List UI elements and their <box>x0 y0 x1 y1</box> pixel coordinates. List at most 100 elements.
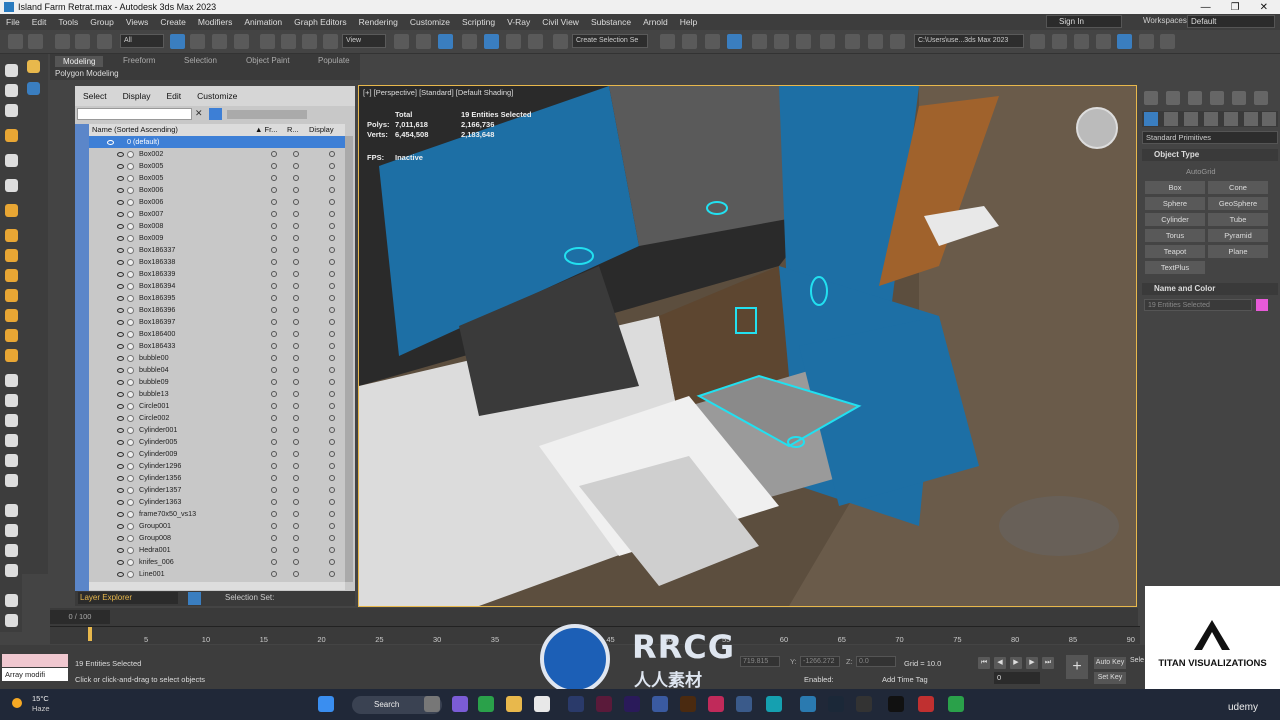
display-toggle-icon[interactable] <box>329 367 335 373</box>
ribbon-tab-object-paint[interactable]: Object Paint <box>246 56 290 65</box>
visibility-icon[interactable] <box>117 308 124 313</box>
material-editor-icon[interactable] <box>820 34 835 49</box>
display-toggle-icon[interactable] <box>329 403 335 409</box>
display-toggle-icon[interactable] <box>329 319 335 325</box>
acrobat-icon[interactable] <box>708 696 724 712</box>
epic-icon[interactable] <box>856 696 872 712</box>
lights-icon[interactable] <box>1184 112 1198 126</box>
freeze-toggle-icon[interactable] <box>271 415 277 421</box>
mirror-icon[interactable] <box>660 34 675 49</box>
substance-icon[interactable] <box>1160 34 1175 49</box>
visibility-icon[interactable] <box>117 368 124 373</box>
primitive-type-dropdown[interactable]: Standard Primitives <box>1142 131 1278 144</box>
scene-object-row[interactable]: Box186397 <box>89 316 345 328</box>
omni-icon[interactable] <box>5 309 18 322</box>
display-toggle-icon[interactable] <box>329 571 335 577</box>
move-icon[interactable] <box>260 34 275 49</box>
renderable-toggle-icon[interactable] <box>293 571 299 577</box>
reference-coord-dropdown[interactable]: View <box>342 34 386 48</box>
visibility-icon[interactable] <box>117 176 124 181</box>
display-toggle-icon[interactable] <box>329 535 335 541</box>
close-icon[interactable]: ✕ <box>1260 2 1268 13</box>
scene-object-row[interactable]: Box006 <box>89 196 345 208</box>
freeze-toggle-icon[interactable] <box>271 163 277 169</box>
visibility-icon[interactable] <box>117 248 124 253</box>
add-key-icon[interactable]: + <box>1066 655 1088 679</box>
undo-icon[interactable] <box>8 34 23 49</box>
chrome-icon[interactable] <box>478 696 494 712</box>
freeze-toggle-icon[interactable] <box>271 343 277 349</box>
clear-search-icon[interactable]: ✕ <box>195 108 205 120</box>
render-icon[interactable] <box>890 34 905 49</box>
render-setup-icon[interactable] <box>845 34 860 49</box>
renderable-toggle-icon[interactable] <box>293 223 299 229</box>
sun-icon[interactable] <box>5 329 18 342</box>
rotate-icon[interactable] <box>281 34 296 49</box>
display-toggle-icon[interactable] <box>329 295 335 301</box>
menu-group[interactable]: Group <box>84 17 120 27</box>
spacewarps-icon[interactable] <box>1244 112 1258 126</box>
visibility-icon[interactable] <box>117 344 124 349</box>
vray-logo-icon[interactable] <box>5 614 18 627</box>
display-toggle-icon[interactable] <box>329 379 335 385</box>
goto-end-icon[interactable]: ⏭ <box>1042 657 1054 669</box>
x-coordinate-input[interactable]: 719.815 <box>740 656 780 667</box>
list-icon[interactable] <box>27 82 40 95</box>
play-icon[interactable]: ▶ <box>1010 657 1022 669</box>
visibility-icon[interactable] <box>117 464 124 469</box>
renderable-toggle-icon[interactable] <box>293 283 299 289</box>
explorer-toggle-icon[interactable] <box>188 592 201 605</box>
scene-object-row[interactable]: Hedra001 <box>89 544 345 556</box>
systems-icon[interactable] <box>1262 112 1276 126</box>
scene-object-row[interactable]: bubble00 <box>89 352 345 364</box>
3dsmax-active-icon[interactable] <box>766 696 782 712</box>
visibility-icon[interactable] <box>117 572 124 577</box>
freeze-toggle-icon[interactable] <box>271 427 277 433</box>
freeze-toggle-icon[interactable] <box>271 307 277 313</box>
toggle-ribbon-icon[interactable] <box>752 34 767 49</box>
freeze-toggle-icon[interactable] <box>271 151 277 157</box>
ribbon-tab-freeform[interactable]: Freeform <box>123 56 155 65</box>
scene-object-row[interactable]: Box186395 <box>89 292 345 304</box>
app-icon-2[interactable] <box>800 696 816 712</box>
project-folder-icon[interactable] <box>1030 34 1045 49</box>
renderable-toggle-icon[interactable] <box>293 355 299 361</box>
curve-editor-icon[interactable] <box>774 34 789 49</box>
align-icon[interactable] <box>682 34 697 49</box>
visibility-icon[interactable] <box>117 224 124 229</box>
freeze-toggle-icon[interactable] <box>271 391 277 397</box>
teams-icon[interactable] <box>452 696 468 712</box>
menu-modifiers[interactable]: Modifiers <box>192 17 238 27</box>
freeze-toggle-icon[interactable] <box>271 439 277 445</box>
freeze-toggle-icon[interactable] <box>271 259 277 265</box>
set-key-button[interactable]: Set Key <box>1094 672 1126 684</box>
create-icon[interactable] <box>5 64 18 77</box>
scene-object-row[interactable]: Box186400 <box>89 328 345 340</box>
cube-icon[interactable] <box>5 374 18 387</box>
visibility-icon[interactable] <box>117 452 124 457</box>
add-time-tag[interactable]: Add Time Tag <box>882 675 928 684</box>
cylinder-button[interactable]: Cylinder <box>1145 213 1205 226</box>
selected-dropdown[interactable]: Sele <box>1130 657 1144 664</box>
toggle-scene-explorer-icon[interactable] <box>705 34 720 49</box>
freeze-toggle-icon[interactable] <box>271 451 277 457</box>
scene-object-row[interactable]: Box009 <box>89 232 345 244</box>
object-type-rollout[interactable]: Object Type <box>1142 149 1278 161</box>
scene-object-row[interactable]: bubble04 <box>89 364 345 376</box>
schematic-view-icon[interactable] <box>796 34 811 49</box>
enabled-label[interactable]: Enabled: <box>804 675 834 684</box>
select-by-name-icon[interactable] <box>190 34 205 49</box>
edit-named-selection-icon[interactable] <box>553 34 568 49</box>
scene-object-row[interactable]: frame70x50_vs13 <box>89 508 345 520</box>
redo-icon[interactable] <box>28 34 43 49</box>
placement-icon[interactable] <box>323 34 338 49</box>
modify-tab-icon[interactable] <box>1166 91 1180 105</box>
scene-object-row[interactable]: Box006 <box>89 184 345 196</box>
tube-button[interactable]: Tube <box>1208 213 1268 226</box>
display-toggle-icon[interactable] <box>329 523 335 529</box>
freeze-toggle-icon[interactable] <box>271 211 277 217</box>
sphere-button[interactable]: Sphere <box>1145 197 1205 210</box>
keyboard-shortcut-icon[interactable] <box>438 34 453 49</box>
se-menu-customize[interactable]: Customize <box>189 91 245 101</box>
visibility-icon[interactable] <box>117 536 124 541</box>
